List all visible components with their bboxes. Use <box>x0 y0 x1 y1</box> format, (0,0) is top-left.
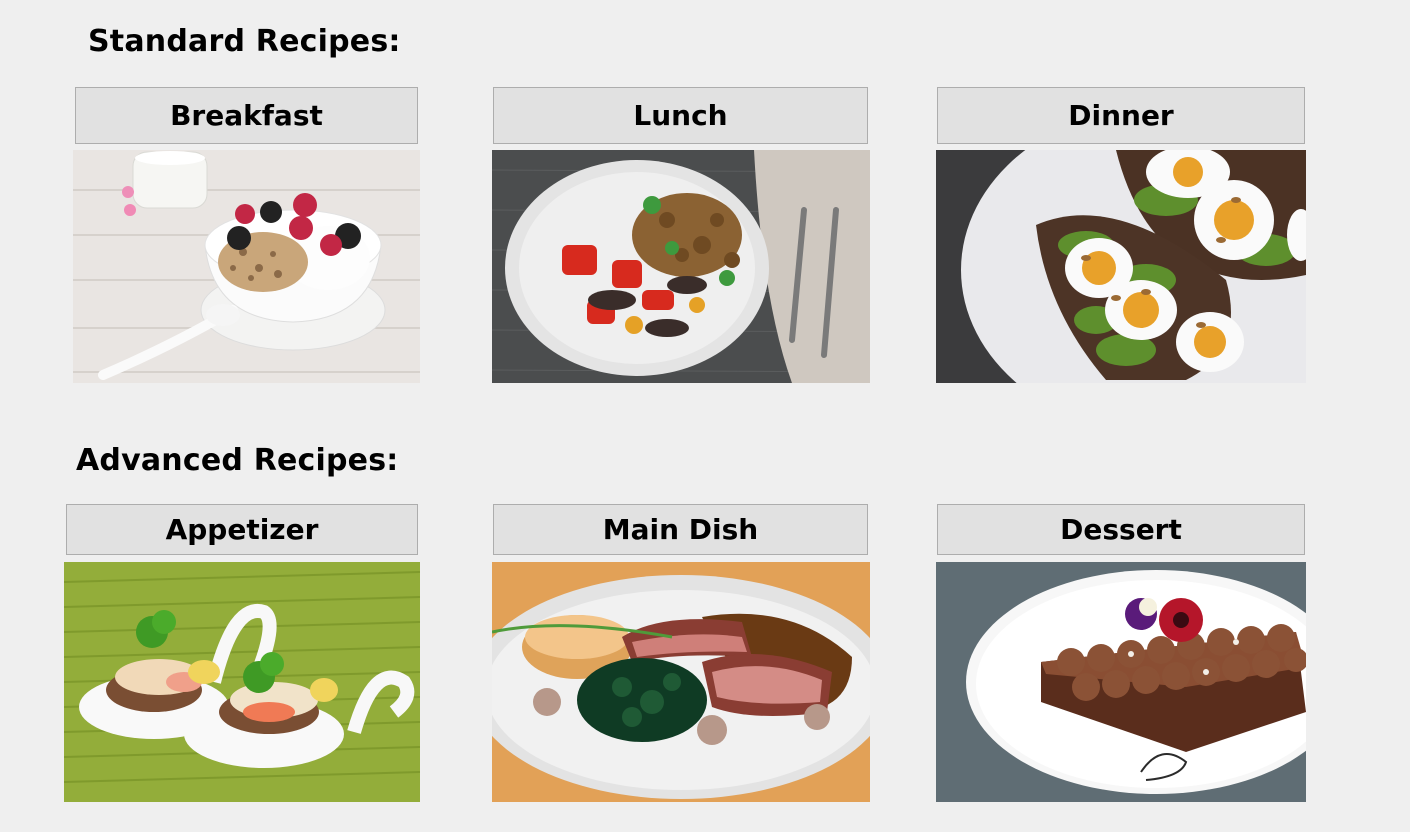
canape-spoons-illustration <box>64 562 420 802</box>
beef-plate-illustration <box>492 562 870 802</box>
vegetable-plate-illustration <box>492 150 870 383</box>
chocolate-cake-illustration <box>936 562 1306 802</box>
dinner-button[interactable]: Dinner <box>937 87 1305 144</box>
main-dish-image[interactable] <box>492 562 870 802</box>
lunch-button[interactable]: Lunch <box>493 87 868 144</box>
lunch-image[interactable] <box>492 150 870 383</box>
dinner-image[interactable] <box>936 150 1306 383</box>
yogurt-bowl-illustration <box>73 150 420 383</box>
breakfast-button[interactable]: Breakfast <box>75 87 418 144</box>
dessert-image[interactable] <box>936 562 1306 802</box>
appetizer-image[interactable] <box>64 562 420 802</box>
dessert-button[interactable]: Dessert <box>937 504 1305 555</box>
recipe-window: Standard Recipes: Breakfast Lunch Dinner <box>0 0 1410 832</box>
main-dish-button[interactable]: Main Dish <box>493 504 868 555</box>
advanced-recipes-heading: Advanced Recipes: <box>76 443 399 478</box>
standard-recipes-heading: Standard Recipes: <box>88 24 401 59</box>
breakfast-image[interactable] <box>73 150 420 383</box>
appetizer-button[interactable]: Appetizer <box>66 504 418 555</box>
avocado-toast-illustration <box>936 150 1306 383</box>
